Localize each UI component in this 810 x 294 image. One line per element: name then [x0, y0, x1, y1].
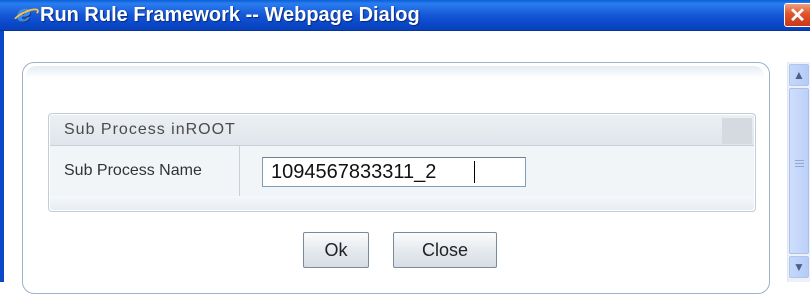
chevron-up-icon: ▲: [793, 68, 805, 82]
section-title: Sub Process inROOT: [64, 121, 236, 138]
chevron-down-icon: ▼: [793, 260, 805, 274]
sub-process-name-label: Sub Process Name: [64, 162, 202, 179]
internet-explorer-icon: e: [14, 3, 34, 25]
window-close-button[interactable]: ✕: [784, 3, 810, 27]
ok-button[interactable]: Ok: [303, 232, 369, 268]
scrollbar-thumb[interactable]: [789, 88, 809, 254]
section-header-tab: [722, 118, 752, 144]
scrollbar-grip-icon: [795, 160, 804, 169]
close-icon: ✕: [789, 5, 806, 27]
scroll-down-button[interactable]: ▼: [789, 256, 809, 278]
close-button[interactable]: Close: [393, 232, 497, 268]
panel-shade: [26, 66, 764, 78]
row-divider: [239, 146, 240, 196]
scroll-up-button[interactable]: ▲: [789, 64, 809, 86]
sub-process-name-input[interactable]: [262, 157, 526, 187]
dialog-title-bar[interactable]: e Run Rule Framework -- Webpage Dialog ✕: [0, 0, 810, 31]
section-footer: [50, 196, 754, 210]
text-caret: [474, 161, 475, 183]
dialog-title: Run Rule Framework -- Webpage Dialog: [40, 4, 420, 26]
